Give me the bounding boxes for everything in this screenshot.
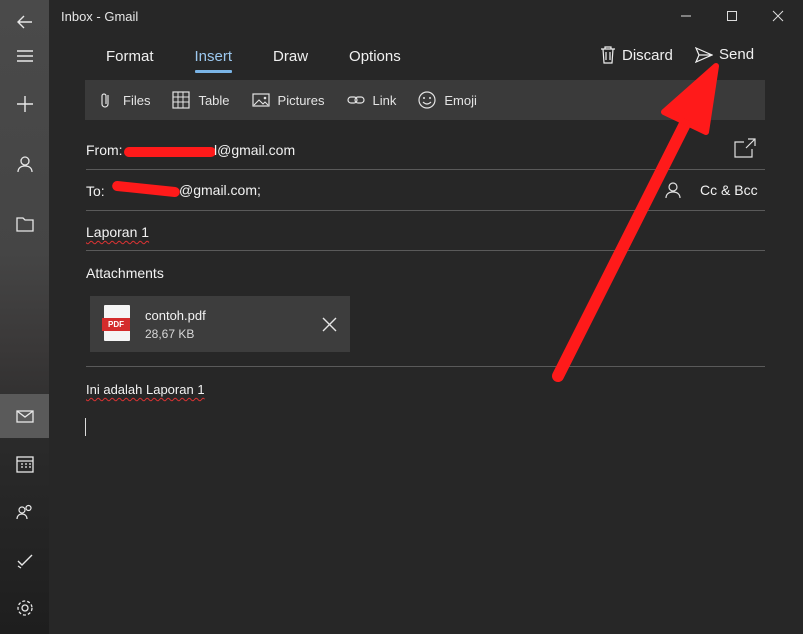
insert-emoji-button[interactable]: Emoji xyxy=(418,91,477,109)
compose-pane: Inbox - Gmail Format Insert Draw Options… xyxy=(49,0,803,634)
to-label: To: xyxy=(86,183,105,199)
text-cursor xyxy=(85,418,86,436)
close-icon[interactable] xyxy=(322,317,337,332)
window-title: Inbox - Gmail xyxy=(61,9,139,24)
from-address: l@gmail.com xyxy=(214,142,296,158)
subject-field[interactable]: Laporan 1 xyxy=(86,224,149,240)
from-label: From: xyxy=(86,142,123,158)
accounts-button[interactable] xyxy=(0,142,49,186)
send-button[interactable]: Send xyxy=(695,46,754,63)
table-icon xyxy=(172,91,191,109)
calendar-icon xyxy=(15,456,34,473)
nav-rail xyxy=(0,0,49,634)
table-label: Table xyxy=(198,92,230,108)
folders-button[interactable] xyxy=(0,202,49,246)
todo-button[interactable] xyxy=(0,538,49,582)
link-icon xyxy=(346,96,365,104)
todo-icon xyxy=(17,554,32,569)
insert-files-button[interactable]: Files xyxy=(97,91,150,109)
attachment-name: contoh.pdf xyxy=(145,308,206,323)
tab-format[interactable]: Format xyxy=(106,46,154,76)
subject-row[interactable]: Laporan 1 xyxy=(86,211,765,251)
close-window-button[interactable] xyxy=(755,4,801,28)
send-icon xyxy=(695,46,713,63)
emoji-label: Emoji xyxy=(444,92,477,108)
insert-table-button[interactable]: Table xyxy=(172,91,230,109)
people-button[interactable] xyxy=(0,490,49,534)
link-label: Link xyxy=(372,92,397,108)
picture-icon xyxy=(251,93,270,107)
to-address: @gmail.com; xyxy=(179,182,261,198)
folder-icon xyxy=(15,217,34,232)
cc-bcc-button[interactable]: Cc & Bcc xyxy=(700,182,758,198)
settings-icon xyxy=(16,600,33,616)
person-icon[interactable] xyxy=(665,182,681,199)
close-icon xyxy=(772,10,784,22)
popout-icon[interactable] xyxy=(734,138,756,158)
insert-link-button[interactable]: Link xyxy=(346,91,397,109)
new-mail-button[interactable] xyxy=(0,82,49,126)
discard-label: Discard xyxy=(622,46,673,64)
plus-icon xyxy=(16,96,33,112)
emoji-icon xyxy=(418,91,436,109)
pdf-icon: PDF xyxy=(102,305,130,341)
people-icon xyxy=(15,504,32,520)
to-row[interactable]: To: @gmail.com; Cc & Bcc xyxy=(86,170,765,211)
calendar-button[interactable] xyxy=(0,442,49,486)
menu-button[interactable] xyxy=(0,34,49,78)
redaction-mark xyxy=(124,147,216,157)
maximize-icon xyxy=(727,11,737,21)
back-arrow-icon xyxy=(16,15,32,29)
attachments-heading: Attachments xyxy=(86,265,164,281)
maximize-button[interactable] xyxy=(709,4,755,28)
trash-icon xyxy=(601,46,615,64)
mail-icon xyxy=(15,410,34,423)
tab-insert[interactable]: Insert xyxy=(194,46,232,76)
tab-draw[interactable]: Draw xyxy=(273,46,308,76)
insert-pictures-button[interactable]: Pictures xyxy=(251,91,325,109)
discard-button[interactable]: Discard xyxy=(600,46,673,64)
from-row[interactable]: From: l@gmail.com xyxy=(86,130,765,170)
mail-button[interactable] xyxy=(0,394,49,438)
ribbon-tabs: Format Insert Draw Options xyxy=(106,46,442,76)
files-label: Files xyxy=(123,92,151,108)
insert-toolbar: Files Table Pictures Link Emoji xyxy=(85,80,765,120)
person-icon xyxy=(16,156,33,173)
send-label: Send xyxy=(719,46,755,63)
attachment-card[interactable]: PDF contoh.pdf 28,67 KB xyxy=(90,296,350,352)
paperclip-icon xyxy=(101,93,109,108)
attachment-size: 28,67 KB xyxy=(145,327,195,341)
minimize-icon xyxy=(681,15,691,17)
message-body[interactable]: Ini adalah Laporan 1 xyxy=(86,382,205,397)
settings-button[interactable] xyxy=(0,586,49,630)
divider xyxy=(86,366,765,367)
pdf-badge: PDF xyxy=(102,318,130,331)
minimize-button[interactable] xyxy=(663,4,709,28)
redaction-mark xyxy=(111,180,181,198)
pictures-label: Pictures xyxy=(277,92,325,108)
tab-options[interactable]: Options xyxy=(349,46,401,76)
hamburger-icon xyxy=(16,50,33,62)
